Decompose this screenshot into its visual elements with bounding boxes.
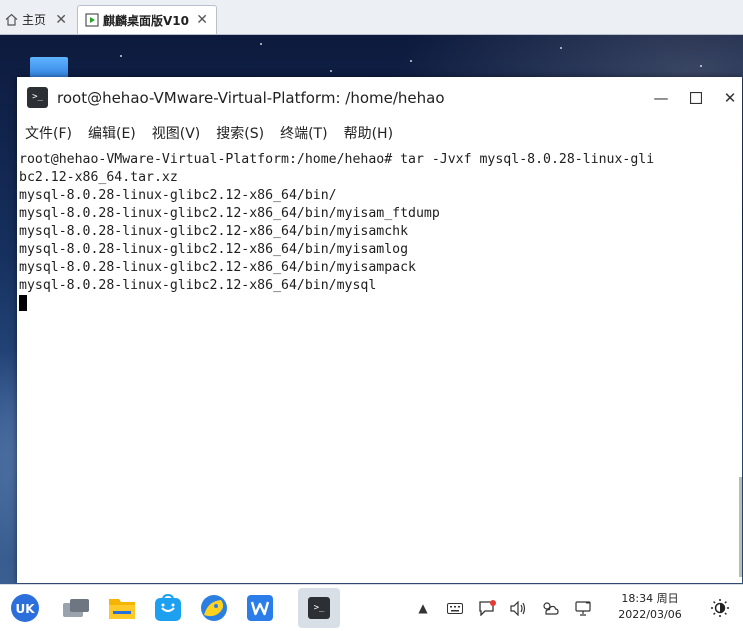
minimize-button[interactable]: —: [649, 87, 673, 109]
terminal-line: mysql-8.0.28-linux-glibc2.12-x86_64/bin/…: [19, 260, 416, 275]
terminal-cursor-line: [19, 295, 743, 313]
tab-home-label: 主页: [22, 13, 47, 27]
terminal-line: root@hehao-VMware-Virtual-Platform:/home…: [19, 152, 655, 167]
maximize-icon: [690, 92, 702, 104]
terminal-line: mysql-8.0.28-linux-glibc2.12-x86_64/bin/…: [19, 278, 377, 293]
close-icon[interactable]: ✕: [196, 12, 208, 28]
menu-file[interactable]: 文件(F): [25, 123, 72, 143]
terminal-output[interactable]: root@hehao-VMware-Virtual-Platform:/home…: [17, 151, 743, 581]
text-cursor: [19, 295, 27, 311]
taskbar: UK >_ ▲ 18:34 周日 2022/03/06: [0, 584, 743, 631]
night-mode-icon[interactable]: [710, 598, 730, 618]
menu-help[interactable]: 帮助(H): [344, 123, 393, 143]
terminal-icon: >_: [308, 597, 330, 619]
maximize-button[interactable]: [684, 87, 708, 109]
start-menu-icon: UK: [11, 594, 39, 622]
clock-date: 2022/03/06: [618, 608, 682, 621]
terminal-line: mysql-8.0.28-linux-glibc2.12-x86_64/bin/: [19, 188, 337, 203]
scrollbar[interactable]: [739, 477, 742, 577]
tab-vm[interactable]: 麒麟桌面版V10 ✕: [77, 5, 217, 34]
software-store-button[interactable]: [152, 592, 184, 624]
wps-button[interactable]: [244, 592, 276, 624]
tab-vm-label: 麒麟桌面版V10: [103, 13, 189, 28]
menu-terminal[interactable]: 终端(T): [280, 123, 327, 143]
tray-expand-icon[interactable]: ▲: [414, 599, 432, 617]
close-icon[interactable]: ✕: [55, 12, 67, 28]
menu-view[interactable]: 视图(V): [152, 123, 201, 143]
close-button[interactable]: ✕: [718, 87, 742, 109]
tab-home[interactable]: 主页 ✕: [0, 5, 75, 34]
file-manager-icon: [109, 599, 135, 619]
menu-bar: 文件(F) 编辑(E) 视图(V) 搜索(S) 终端(T) 帮助(H): [17, 119, 742, 146]
clock-time: 18:34 周日: [621, 592, 679, 605]
network-icon[interactable]: [574, 599, 592, 617]
terminal-icon: >_: [27, 87, 48, 108]
multitask-view-icon: [63, 599, 89, 617]
home-icon: [4, 13, 18, 27]
window-title: root@hehao-VMware-Virtual-Platform: /hom…: [57, 89, 445, 107]
software-store-icon: [155, 594, 181, 621]
title-bar[interactable]: >_ root@hehao-VMware-Virtual-Platform: /…: [17, 77, 742, 119]
menu-edit[interactable]: 编辑(E): [88, 123, 136, 143]
terminal-line: mysql-8.0.28-linux-glibc2.12-x86_64/bin/…: [19, 206, 440, 221]
menu-search[interactable]: 搜索(S): [216, 123, 264, 143]
weather-icon[interactable]: [541, 599, 559, 617]
host-tab-strip: 主页 ✕ 麒麟桌面版V10 ✕: [0, 0, 743, 35]
desktop-icon[interactable]: [30, 57, 68, 79]
terminal-line: mysql-8.0.28-linux-glibc2.12-x86_64/bin/…: [19, 224, 409, 239]
multitask-view-button[interactable]: [60, 592, 92, 624]
close-icon: ✕: [723, 89, 737, 107]
volume-icon[interactable]: [509, 599, 527, 617]
start-menu-button[interactable]: UK: [9, 592, 41, 624]
keyboard-icon[interactable]: [446, 599, 464, 617]
browser-icon: [201, 595, 227, 621]
minimize-icon: —: [653, 89, 669, 107]
vm-icon: [85, 13, 99, 27]
terminal-task-button[interactable]: >_: [298, 588, 340, 628]
notification-icon[interactable]: [478, 599, 496, 617]
terminal-window: >_ root@hehao-VMware-Virtual-Platform: /…: [17, 77, 742, 583]
clock[interactable]: 18:34 周日 2022/03/06: [612, 591, 688, 623]
terminal-line: bc2.12-x86_64.tar.xz: [19, 170, 178, 185]
browser-button[interactable]: [198, 592, 230, 624]
wps-icon: [247, 595, 273, 621]
file-manager-button[interactable]: [106, 592, 138, 624]
terminal-line: mysql-8.0.28-linux-glibc2.12-x86_64/bin/…: [19, 242, 409, 257]
svg-text:UK: UK: [15, 602, 35, 616]
